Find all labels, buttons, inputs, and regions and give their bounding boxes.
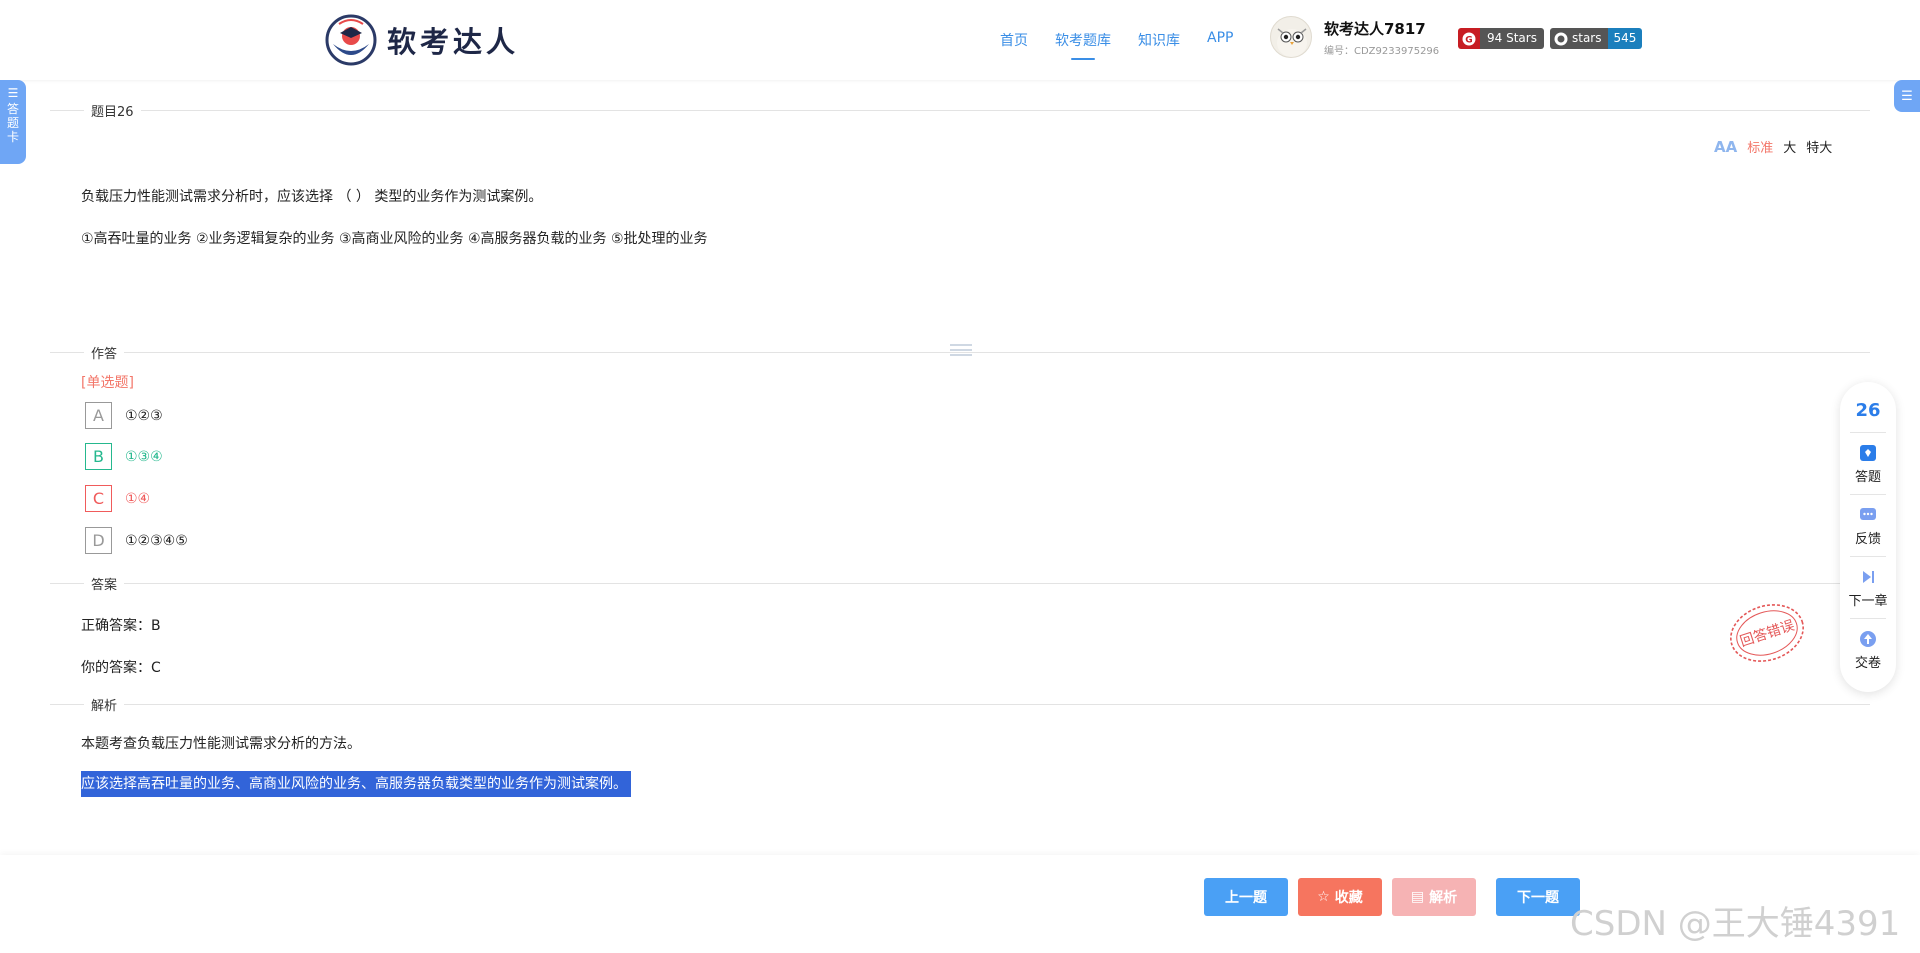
option-key: B: [85, 443, 112, 470]
question-type: [单选题]: [81, 375, 134, 391]
logo-emblem-icon: [325, 14, 377, 66]
gitee-stars-badge[interactable]: G 94 Stars: [1458, 28, 1544, 49]
github-icon: [1554, 32, 1568, 45]
csdn-watermark: CSDN @王大锤4391: [1570, 904, 1901, 944]
feedback-icon: [1859, 506, 1877, 524]
favorite-button[interactable]: ☆ 收藏: [1298, 878, 1382, 916]
skip-next-icon: [1859, 568, 1877, 586]
nav-app[interactable]: APP: [1207, 30, 1233, 50]
svg-text:G: G: [1465, 35, 1472, 45]
question-section-title: 题目26: [84, 101, 141, 120]
font-size-icon: AA: [1714, 137, 1738, 156]
answer-card-label: 答题卡: [7, 102, 20, 144]
next-chapter-label: 下一章: [1848, 594, 1888, 609]
divider: [50, 704, 1870, 705]
divider: [50, 110, 1870, 111]
nav-knowledge-base[interactable]: 知识库: [1138, 30, 1180, 50]
option-text: ①④: [125, 490, 151, 507]
correct-answer: 正确答案：B: [81, 618, 161, 634]
font-size-extra-large[interactable]: 特大: [1806, 137, 1832, 156]
current-question-number: 26: [1855, 400, 1881, 421]
option-text: ①③④: [125, 448, 163, 465]
option-text: ①②③: [125, 407, 163, 424]
option-a[interactable]: A ①②③: [85, 402, 163, 429]
option-c[interactable]: C ①④: [85, 485, 150, 512]
font-size-standard[interactable]: 标准: [1747, 137, 1773, 156]
github-stars-badge[interactable]: stars 545: [1550, 28, 1643, 49]
your-answer: 你的答案：C: [81, 660, 161, 676]
prev-question-button[interactable]: 上一题: [1204, 878, 1288, 916]
font-size-switcher: AA 标准 大 特大: [1714, 137, 1842, 157]
site-logo[interactable]: 软考达人: [325, 14, 519, 66]
answer-section-title: 作答: [84, 343, 125, 362]
feedback-button[interactable]: 反馈: [1840, 506, 1896, 547]
submit-paper-button[interactable]: 交卷: [1840, 630, 1896, 671]
analysis-section-title: 解析: [84, 695, 125, 714]
option-d[interactable]: D ①②③④⑤: [85, 527, 188, 554]
analysis-highlight: 应该选择高吞吐量的业务、高商业风险的业务、高服务器负载类型的业务作为测试案例。: [81, 771, 631, 797]
analysis-text: 本题考查负载压力性能测试需求分析的方法。: [81, 736, 361, 752]
menu-icon: ☰: [1901, 88, 1913, 104]
result-section-title: 答案: [84, 574, 125, 593]
upload-icon: [1859, 630, 1877, 648]
wrong-answer-stamp: 回答错误: [1730, 604, 1804, 662]
github-stars-count: 545: [1607, 28, 1643, 49]
answer-sheet-button[interactable]: 答题: [1840, 444, 1896, 485]
floating-toolbar: 26 答题 反馈 下一章 交卷: [1840, 382, 1896, 692]
nav-question-bank[interactable]: 软考题库: [1055, 30, 1111, 60]
avatar[interactable]: [1270, 16, 1312, 58]
user-name: 软考达人7817: [1324, 19, 1426, 38]
font-size-large[interactable]: 大: [1783, 137, 1796, 156]
option-b[interactable]: B ①③④: [85, 443, 163, 470]
star-icon: ☆: [1317, 889, 1330, 905]
answer-label: 答题: [1854, 470, 1881, 485]
resize-handle[interactable]: [950, 344, 972, 358]
answer-icon: [1859, 444, 1877, 462]
answer-card-tab[interactable]: ☰ 答题卡: [0, 80, 26, 164]
main-nav: 首页 软考题库 知识库 APP: [1000, 30, 1260, 60]
question-stem: 负载压力性能测试需求分析时，应该选择 （ ） 类型的业务作为测试案例。: [81, 189, 543, 205]
next-chapter-button[interactable]: 下一章: [1840, 568, 1896, 609]
gitee-icon: G: [1458, 28, 1480, 49]
nav-home[interactable]: 首页: [1000, 30, 1028, 50]
user-id: 编号：CDZ9233975296: [1324, 45, 1440, 57]
github-badge-label: stars: [1572, 31, 1602, 45]
owl-avatar-icon: [1277, 28, 1307, 57]
option-key: D: [85, 527, 112, 554]
logo-text: 软考达人: [387, 25, 520, 59]
divider: [50, 583, 1870, 584]
option-text: ①②③④⑤: [125, 532, 188, 549]
right-menu-tab[interactable]: ☰: [1894, 80, 1920, 112]
menu-icon: ☰: [7, 86, 19, 100]
option-key: C: [85, 485, 112, 512]
next-question-button[interactable]: 下一题: [1496, 878, 1580, 916]
gitee-stars-text: 94 Stars: [1480, 28, 1544, 49]
document-icon: ▤: [1410, 889, 1425, 905]
top-header: 软考达人 首页 软考题库 知识库 APP 软考达人7817 编号：CDZ9233…: [0, 0, 1920, 80]
feedback-label: 反馈: [1854, 532, 1881, 547]
analysis-button[interactable]: ▤ 解析: [1392, 878, 1476, 916]
user-profile[interactable]: 软考达人7817 编号：CDZ9233975296: [1270, 16, 1439, 58]
option-key: A: [85, 402, 112, 429]
question-items: ①高吞吐量的业务 ②业务逻辑复杂的业务 ③高商业风险的业务 ④高服务器负载的业务…: [81, 231, 708, 247]
submit-label: 交卷: [1854, 656, 1881, 671]
